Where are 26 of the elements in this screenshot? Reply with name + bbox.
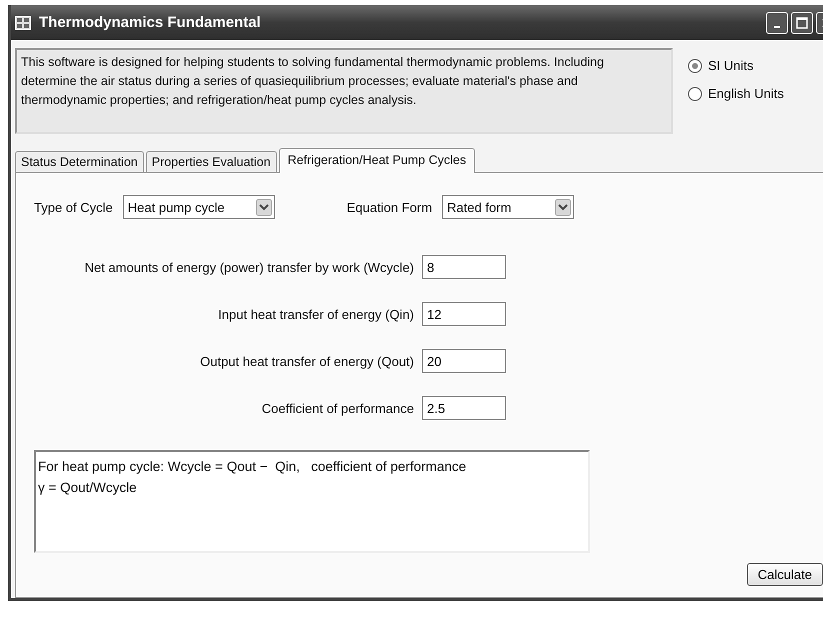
field-label: Net amounts of energy (power) transfer by work (Wcycle) xyxy=(84,260,414,274)
input-field[interactable]: 8 xyxy=(422,255,506,279)
input-field[interactable]: 20 xyxy=(422,349,506,373)
field-label: Type of Cycle xyxy=(34,200,113,214)
input-field[interactable]: 2.5 xyxy=(422,396,506,420)
calculate-button[interactable]: Calculate xyxy=(746,563,823,586)
minimize-icon xyxy=(774,26,780,28)
maximize-icon xyxy=(796,16,808,28)
unit-radio[interactable]: SI Units xyxy=(688,58,784,73)
result-text-area[interactable]: For heat pump cycle: Wcycle = Qout − Qin, coefficient of performance γ = Qout/Wcycle xyxy=(34,450,590,553)
tab[interactable]: Status Determination xyxy=(15,151,144,172)
input-field[interactable]: 12 xyxy=(422,302,506,326)
minimize-button[interactable] xyxy=(766,12,788,34)
field-label: Input heat transfer of energy (Qin) xyxy=(218,306,414,322)
window-title: Thermodynamics Fundamental xyxy=(39,14,261,31)
field-label: Coefficient of performance xyxy=(262,400,414,416)
description-text: This software is designed for helping students to solving fundamental thermodynamic problems. Including determine the air status during a series of quasiequilibrium processes; evaluate material's phase and thermodynamic properties; and refrigeration/heat pump cycles analysis. xyxy=(15,48,673,134)
field-label: Output heat transfer of energy (Qout) xyxy=(200,354,414,368)
cycle-type-dropdown[interactable]: Heat pump cycle xyxy=(122,195,275,219)
equation-form-dropdown[interactable]: Rated form xyxy=(442,195,574,219)
unit-radio[interactable]: English Units xyxy=(688,86,784,101)
app-icon xyxy=(15,16,31,30)
tab[interactable]: Refrigeration/Heat Pump Cycles xyxy=(278,148,476,173)
maximize-button[interactable] xyxy=(791,12,813,34)
tab[interactable]: Properties Evaluation xyxy=(146,151,277,172)
field-label: Equation Form xyxy=(346,200,432,214)
